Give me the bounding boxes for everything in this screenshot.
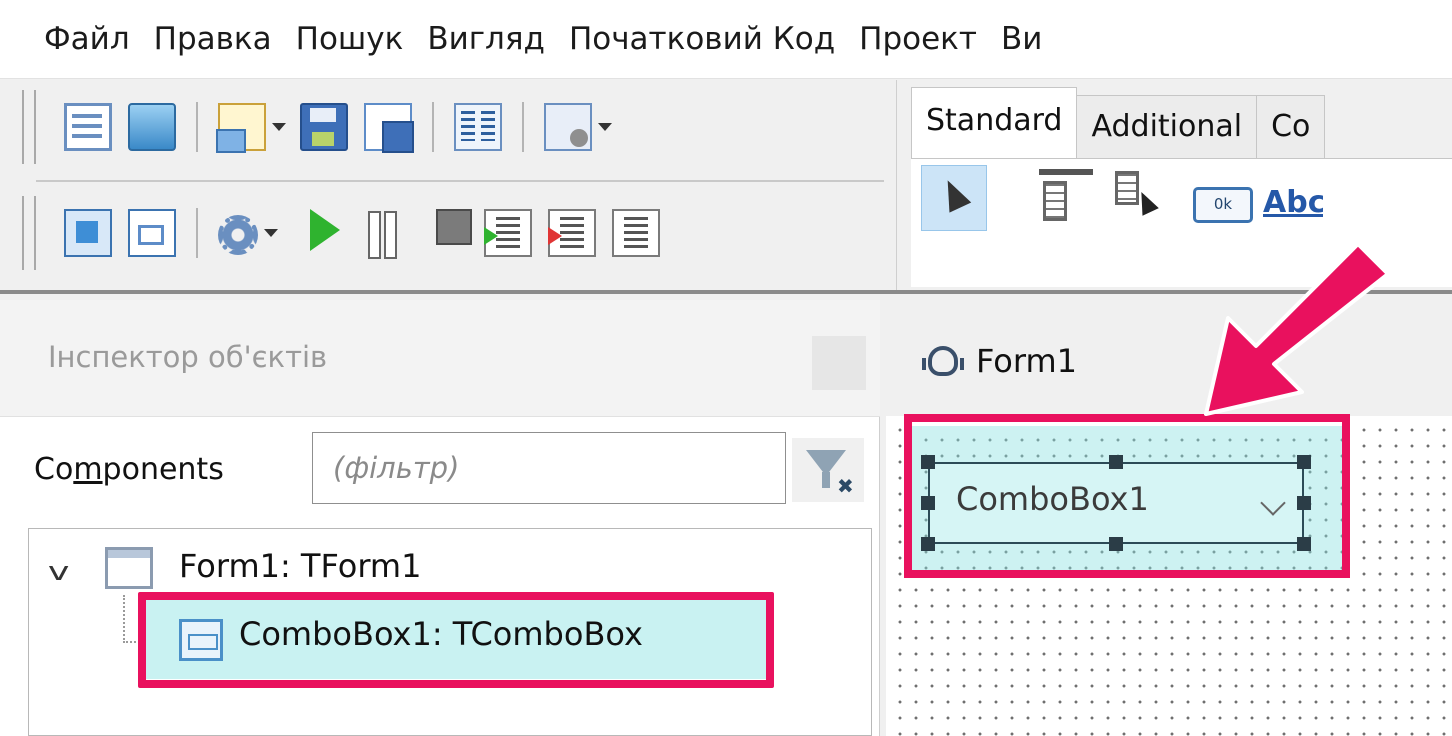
tab-standard[interactable]: Standard xyxy=(911,87,1078,158)
clear-filter-icon: ✖ xyxy=(837,474,854,498)
clear-filter-button[interactable]: ✖ xyxy=(792,438,864,502)
menu-bar: Файл Правка Пошук Вигляд Початковий Код … xyxy=(0,0,1452,79)
menu-view[interactable]: Вигляд xyxy=(415,0,557,78)
inspector-close-button[interactable] xyxy=(812,336,866,390)
toolbar-grip[interactable] xyxy=(22,90,36,164)
run-triangle-icon xyxy=(310,209,340,251)
new-file-icon[interactable] xyxy=(216,103,266,153)
step-into-icon[interactable] xyxy=(484,209,532,257)
new-form-icon[interactable] xyxy=(128,209,176,257)
project-options-icon[interactable] xyxy=(544,103,592,151)
menu-source[interactable]: Початковий Код xyxy=(557,0,847,78)
tab-common-controls[interactable]: Co xyxy=(1256,95,1326,158)
view-units-icon[interactable] xyxy=(128,103,176,151)
form-node-icon xyxy=(105,547,153,589)
pause-icon[interactable] xyxy=(356,209,404,259)
toolbar-divider xyxy=(36,180,884,182)
toolbar-separator xyxy=(522,102,524,152)
step-over-icon[interactable] xyxy=(548,209,596,257)
toolbar-separator xyxy=(196,208,198,258)
tree-item-form1[interactable]: Form1: TForm1 xyxy=(179,547,421,585)
menu-project[interactable]: Проект xyxy=(847,0,989,78)
step-out-icon[interactable] xyxy=(612,209,660,257)
toolbar-debug xyxy=(0,186,888,280)
menu-edit[interactable]: Правка xyxy=(142,0,284,78)
highlight-frame-tree-item xyxy=(138,592,774,688)
main-menu-component-icon[interactable] xyxy=(1033,167,1093,227)
project-options-dropdown-icon[interactable] xyxy=(598,123,612,131)
menu-file[interactable]: Файл xyxy=(0,0,142,78)
menu-search[interactable]: Пошук xyxy=(284,0,416,78)
lazarus-form-icon xyxy=(922,346,964,382)
highlight-frame-combobox xyxy=(904,414,1350,578)
component-filter-input[interactable]: (фільтр) xyxy=(312,432,786,504)
tab-additional[interactable]: Additional xyxy=(1076,95,1258,158)
new-unit-icon[interactable] xyxy=(64,209,112,257)
selection-pointer-icon[interactable] xyxy=(921,165,987,231)
form-title: Form1 xyxy=(976,342,1077,380)
pointer-arrow-shape xyxy=(1204,242,1390,416)
label-component-icon[interactable]: Abc xyxy=(1263,185,1323,225)
view-forms-icon[interactable] xyxy=(64,103,112,151)
save-icon[interactable] xyxy=(300,103,348,151)
save-all-icon[interactable] xyxy=(364,103,414,153)
run-icon[interactable] xyxy=(292,209,340,257)
toolbar-grip[interactable] xyxy=(22,196,36,270)
palette-tabs: Standard Additional Co xyxy=(911,87,1326,158)
components-label: Components xyxy=(34,452,224,487)
build-mode-dropdown-icon[interactable] xyxy=(264,229,278,237)
popup-menu-component-icon[interactable] xyxy=(1111,169,1171,229)
pointer-arrow-icon xyxy=(1204,242,1390,416)
toolbar-main xyxy=(0,80,888,174)
inspector-header: Інспектор об'єктів xyxy=(0,300,880,417)
stop-icon[interactable] xyxy=(420,209,472,257)
toolbar-separator xyxy=(432,102,434,152)
toggle-form-unit-icon[interactable] xyxy=(454,103,502,151)
toolbar-separator xyxy=(196,102,198,152)
new-file-dropdown-icon[interactable] xyxy=(272,123,286,131)
chevron-down-icon[interactable]: v xyxy=(48,557,70,587)
inspector-title: Інспектор об'єктів xyxy=(48,340,328,374)
button-component-icon[interactable]: 0k xyxy=(1193,187,1253,223)
menu-run[interactable]: Ви xyxy=(989,0,1054,78)
stop-square-icon xyxy=(436,209,472,245)
build-mode-icon[interactable] xyxy=(218,215,258,255)
